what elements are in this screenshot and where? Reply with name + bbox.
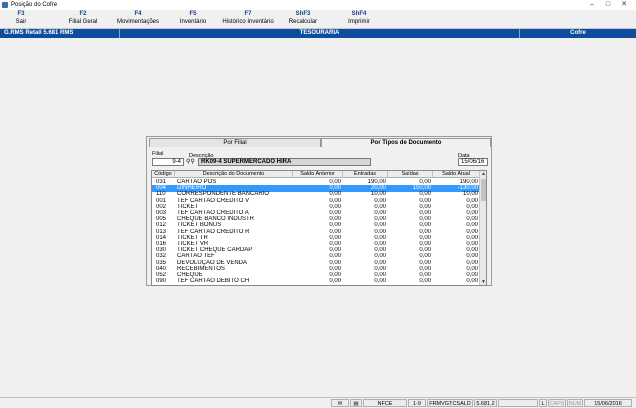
tab-por-filial[interactable]: Por Filial — [149, 138, 321, 147]
col-descricao-header[interactable]: Descrição do Documento — [175, 171, 293, 178]
movimentacoes-button[interactable]: F4 Movimentações — [114, 11, 162, 26]
notes-icon[interactable]: ▤ — [350, 399, 362, 407]
key-label: F2 — [79, 11, 87, 17]
imprimir-button[interactable]: ShF4 Imprimir — [342, 11, 376, 26]
cell-codigo: 090 — [156, 278, 167, 285]
cell-saidas: 0,00 — [419, 278, 431, 285]
program-status: FRMVGTCSALD — [427, 399, 473, 407]
key-label: ShF3 — [295, 11, 311, 17]
module-label: TESOURARIA — [119, 29, 519, 38]
date-status: 15/06/2016 — [584, 399, 632, 407]
function-key-toolbar: F3 Sair F2 Filial Geral F4 Movimentações… — [0, 10, 636, 29]
key-label: F5 — [189, 11, 197, 17]
cofre-panel: Por Filial Por Tipos de Documento Filial… — [146, 136, 492, 286]
table-row[interactable]: 090 TEF CARTÃO DÉBITO CH 0,00 0,00 0,00 0,00 — [152, 278, 480, 285]
binoculars-icon[interactable]: ⚲⚲ — [186, 158, 195, 166]
cell-saldo-atual: 0,00 — [466, 278, 478, 285]
window-title: Posição do Cofre — [11, 2, 58, 8]
button-label: Imprimir — [348, 19, 370, 25]
key-label: F7 — [244, 11, 252, 17]
nfce-status: NFCE — [363, 399, 407, 407]
module-header-bar: G.RMS Retail 5.681 RMS TESOURARIA Cofre — [0, 29, 636, 38]
col-saidas-header[interactable]: Saídas — [388, 171, 433, 178]
button-label: Movimentações — [116, 19, 160, 25]
page-status: 1-9 — [408, 399, 426, 407]
minimize-icon[interactable]: – — [584, 0, 600, 9]
col-saldo-anterior-header[interactable]: Saldo Anterior — [293, 171, 343, 178]
col-codigo-header[interactable]: Código — [152, 171, 175, 178]
num-status: NUM — [567, 399, 583, 407]
filial-field[interactable]: 9-4 — [152, 158, 184, 166]
sair-button[interactable]: F3 Sair — [6, 11, 36, 26]
maximize-icon[interactable]: □ — [600, 0, 616, 9]
cell-descricao: TEF CARTÃO DÉBITO CH — [177, 278, 250, 285]
email-icon[interactable]: ✉ — [331, 399, 349, 407]
cell-saldo-anterior: 0,00 — [329, 278, 341, 285]
button-label: Histórico Inventário — [222, 19, 274, 25]
filial-label: Filial — [152, 151, 164, 157]
recalcular-button[interactable]: ShF3 Recalcular — [285, 11, 321, 26]
version-status: 5.681.2 — [474, 399, 497, 407]
window-controls: – □ ✕ — [584, 0, 632, 9]
scroll-down-icon[interactable]: ▼ — [480, 279, 486, 285]
close-icon[interactable]: ✕ — [616, 0, 632, 9]
grid-header: Código Descrição do Documento Saldo Ante… — [152, 171, 480, 178]
button-label: Filial Geral — [68, 19, 98, 25]
caps-status: CAPS — [548, 399, 566, 407]
bottom-status-bar: ✉ ▤ NFCE 1-9 FRMVGTCSALD 5.681.2 L CAPS … — [0, 397, 636, 407]
data-field[interactable]: 15/06/16 — [458, 158, 488, 166]
historico-inventario-button[interactable]: F7 Histórico Inventário — [218, 11, 278, 26]
button-label: Recalcular — [288, 19, 318, 25]
key-label: F4 — [134, 11, 142, 17]
filial-geral-button[interactable]: F2 Filial Geral — [63, 11, 103, 26]
col-saldo-atual-header[interactable]: Saldo Atual — [433, 171, 480, 178]
grid-scrollbar[interactable]: ▲ ▼ — [479, 171, 486, 285]
app-icon — [2, 2, 8, 8]
key-label: ShF4 — [351, 11, 367, 17]
key-label: F3 — [17, 11, 25, 17]
l-status: L — [539, 399, 547, 407]
cell-entradas: 0,00 — [374, 278, 386, 285]
window-titlebar: Posição do Cofre – □ ✕ — [0, 0, 636, 10]
blank-status — [498, 399, 538, 407]
product-label: G.RMS Retail 5.681 RMS — [4, 30, 74, 36]
scroll-thumb[interactable] — [481, 179, 486, 201]
documents-grid: Código Descrição do Documento Saldo Ante… — [151, 170, 487, 286]
inventario-button[interactable]: F5 Inventário — [174, 11, 212, 26]
screen-label: Cofre — [519, 29, 636, 38]
scroll-up-icon[interactable]: ▲ — [480, 171, 486, 177]
tab-strip: Por Filial Por Tipos de Documento — [147, 137, 491, 147]
button-label: Sair — [15, 19, 27, 25]
descricao-field: RK09-4 SUPERMERCADO HIRA — [198, 158, 371, 166]
col-entradas-header[interactable]: Entradas — [343, 171, 388, 178]
button-label: Inventário — [179, 19, 207, 25]
tab-por-tipos-documento[interactable]: Por Tipos de Documento — [321, 138, 491, 147]
